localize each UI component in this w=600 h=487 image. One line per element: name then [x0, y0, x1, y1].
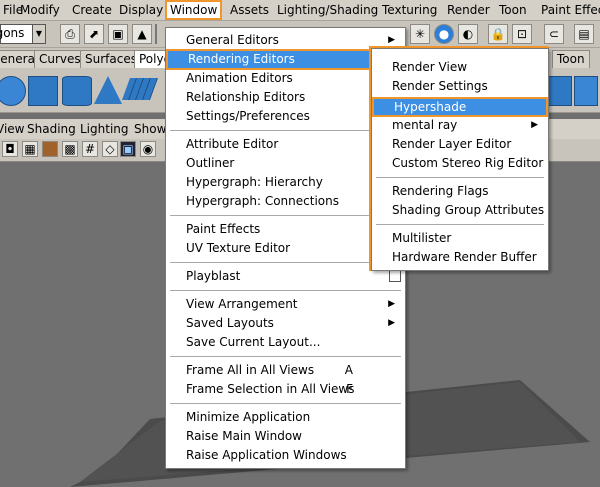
image-plane-icon[interactable]: ▩	[62, 141, 78, 157]
poly-combine-icon[interactable]	[548, 76, 572, 106]
menu-separator	[376, 224, 544, 225]
panel-menu-show[interactable]: Show	[134, 119, 166, 139]
magnet-icon[interactable]: ⊂	[544, 24, 564, 44]
render-sphere-icon[interactable]: ●	[434, 24, 454, 44]
poly-cylinder-icon[interactable]	[62, 76, 92, 106]
open-scene-icon[interactable]: ⬈	[84, 24, 104, 44]
menu-separator	[170, 215, 401, 216]
window-menu-item[interactable]: Save Current Layout...	[166, 333, 405, 352]
submenu-item-rendering-flags[interactable]: Rendering Flags	[372, 182, 548, 201]
window-menu-item[interactable]: Frame Selection in All Views F	[166, 380, 405, 399]
submenu-item-custom-stereo-rig-editor[interactable]: Custom Stereo Rig Editor	[372, 154, 548, 173]
chevron-down-icon: ▼	[32, 25, 45, 43]
menu-toon[interactable]: Toon	[498, 0, 528, 20]
submenu-item-multilister[interactable]: Multilister	[372, 229, 548, 248]
toolbar-divider	[155, 24, 157, 44]
shortcut-label: F	[346, 382, 353, 396]
mode-dropdown[interactable]: Polygons ▼	[0, 24, 46, 44]
film-icon[interactable]: ▦	[22, 141, 38, 157]
submenu-item-hardware-render-buffer[interactable]: Hardware Render Buffer	[372, 248, 548, 267]
menu-separator	[170, 130, 401, 131]
menu-display[interactable]: Display	[118, 0, 164, 20]
shortcut-label: A	[344, 363, 353, 377]
menu-lighting-shading[interactable]: Lighting/Shading	[276, 0, 379, 20]
menu-separator	[170, 290, 401, 291]
poly-cube-icon[interactable]	[28, 76, 58, 106]
submenu-item-render-settings[interactable]: Render Settings	[372, 77, 548, 96]
submenu-item-hypershade[interactable]: Hypershade	[372, 97, 548, 117]
poly-cone-icon[interactable]	[94, 76, 122, 104]
select-tool-icon[interactable]: ▲	[132, 24, 152, 44]
menu-render[interactable]: Render	[446, 0, 491, 20]
window-menu-item[interactable]: Saved Layouts ▶	[166, 314, 405, 333]
camera-icon[interactable]: ◘	[2, 141, 18, 157]
submenu-item-mental-ray[interactable]: mental ray ▶	[372, 116, 548, 135]
snowflake-icon[interactable]: ✳	[410, 24, 430, 44]
submenu-arrow-icon: ▶	[388, 299, 395, 309]
menu-separator	[170, 356, 401, 357]
tab-surfaces[interactable]: Surfaces	[80, 50, 142, 68]
menu-assets[interactable]: Assets	[229, 0, 270, 20]
window-menu-item[interactable]: Minimize Application	[166, 408, 405, 427]
panel-menu-lighting[interactable]: Lighting	[80, 119, 129, 139]
window-menu-item[interactable]: Raise Application Windows	[166, 446, 405, 465]
window-menu-item[interactable]: Raise Main Window	[166, 427, 405, 446]
ipr-render-icon[interactable]: ◐	[458, 24, 478, 44]
menu-modify[interactable]: Modify	[19, 0, 61, 20]
menu-paint-effects[interactable]: Paint Effects	[540, 0, 600, 20]
tab-toon[interactable]: Toon	[552, 50, 590, 68]
poly-sphere-icon[interactable]	[0, 76, 26, 106]
wireframe-icon[interactable]: ◇	[102, 141, 118, 157]
submenu-item-render-layer-editor[interactable]: Render Layer Editor	[372, 135, 548, 154]
main-menubar: File Modify Create Display Window Assets…	[0, 0, 600, 21]
menu-create[interactable]: Create	[71, 0, 113, 20]
menu-separator	[376, 177, 544, 178]
channel-box-icon[interactable]: ▤	[574, 24, 594, 44]
poly-extrude-icon[interactable]	[574, 76, 598, 106]
grid-icon[interactable]: #	[82, 141, 98, 157]
new-scene-icon[interactable]: ⎙	[60, 24, 80, 44]
menu-window[interactable]: Window	[165, 0, 223, 20]
lock-icon[interactable]: 🔒	[488, 24, 508, 44]
tab-curves[interactable]: Curves	[34, 50, 86, 68]
panel-menu-view[interactable]: View	[0, 119, 24, 139]
window-menu-item[interactable]: View Arrangement ▶	[166, 295, 405, 314]
submenu-item-shading-group-attributes[interactable]: Shading Group Attributes	[372, 201, 548, 220]
menu-separator	[170, 403, 401, 404]
poly-plane-icon[interactable]	[121, 78, 159, 100]
panel-menu-shading[interactable]: Shading	[27, 119, 76, 139]
textured-icon[interactable]: ◉	[140, 141, 156, 157]
mode-dropdown-value: Polygons	[0, 26, 25, 40]
submenu-arrow-icon: ▶	[388, 318, 395, 328]
menu-texturing[interactable]: Texturing	[381, 0, 438, 20]
bookmark-icon[interactable]	[42, 141, 58, 157]
option-box-icon[interactable]	[389, 270, 401, 282]
save-scene-icon[interactable]: ▣	[108, 24, 128, 44]
window-menu-item[interactable]: Frame All in All Views A	[166, 361, 405, 380]
rendering-editors-submenu: Render View Render Settings Hypershade m…	[371, 48, 549, 271]
menu-separator	[170, 262, 401, 263]
render-region-icon[interactable]: ⊡	[512, 24, 532, 44]
smooth-shade-icon[interactable]: ▣	[120, 141, 136, 157]
submenu-arrow-icon: ▶	[531, 120, 538, 130]
submenu-item-render-view[interactable]: Render View	[372, 58, 548, 77]
